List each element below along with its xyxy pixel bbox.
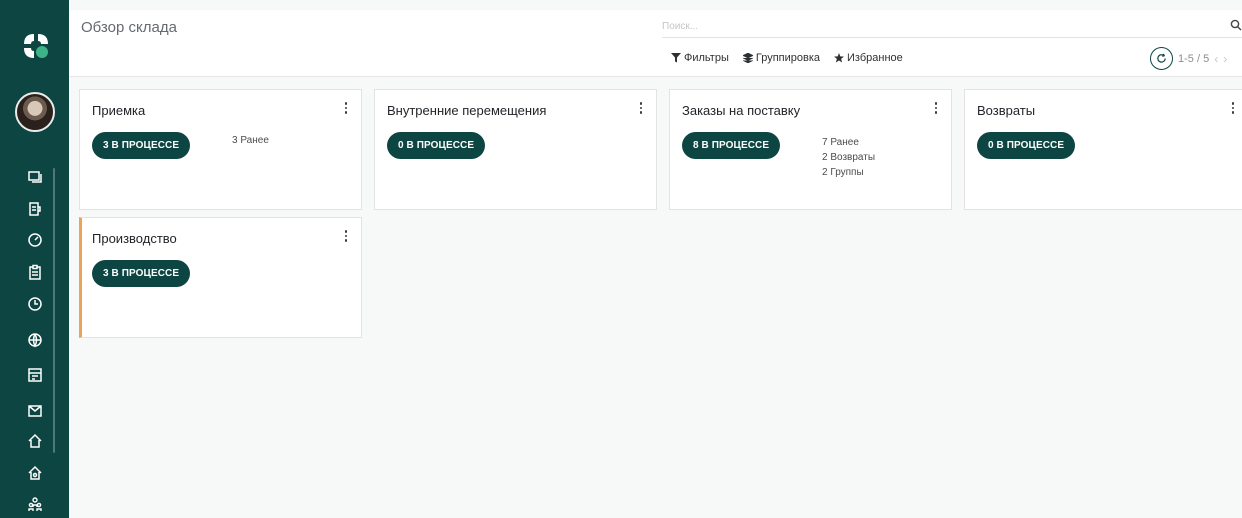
late-link[interactable]: 7 Ранее — [822, 136, 875, 149]
returns-link[interactable]: 2 Возвраты — [822, 151, 875, 164]
card-title[interactable]: Внутренние перемещения — [387, 103, 546, 118]
kanban-card-receipts: Приемка 3 В ПРОЦЕССЕ 3 Ранее — [79, 89, 362, 210]
favorites-button[interactable]: Избранное — [834, 52, 903, 64]
home-icon[interactable] — [25, 431, 45, 451]
app-logo-icon[interactable] — [22, 32, 50, 60]
groupby-label: Группировка — [755, 52, 821, 64]
dashboard-icon[interactable] — [25, 230, 45, 250]
kanban-card-internal-transfers: Внутренние перемещения 0 В ПРОЦЕССЕ — [374, 89, 657, 210]
kanban-card-manufacturing: Производство 3 В ПРОЦЕССЕ — [79, 217, 362, 338]
calendar-card-icon[interactable] — [25, 365, 45, 385]
kanban-card-returns: Возвраты 0 В ПРОЦЕССЕ — [964, 89, 1242, 210]
in-progress-button[interactable]: 0 В ПРОЦЕССЕ — [387, 132, 486, 159]
search-options: Фильтры Группировка Избранное — [671, 52, 903, 64]
in-progress-button[interactable]: 3 В ПРОЦЕССЕ — [92, 260, 191, 287]
clipboard-icon[interactable] — [25, 262, 45, 282]
filters-label: Фильтры — [684, 52, 729, 64]
card-title[interactable]: Производство — [92, 231, 177, 246]
user-avatar[interactable] — [15, 92, 55, 132]
card-menu-icon[interactable] — [637, 100, 645, 116]
kanban-card-delivery-orders: Заказы на поставку 8 В ПРОЦЕССЕ 7 Ранее … — [669, 89, 952, 210]
refresh-button[interactable] — [1150, 47, 1173, 70]
in-progress-button[interactable]: 8 В ПРОЦЕССЕ — [682, 132, 781, 159]
in-progress-button[interactable]: 0 В ПРОЦЕССЕ — [977, 132, 1076, 159]
chat-icon[interactable] — [25, 168, 45, 188]
filters-button[interactable]: Фильтры — [671, 52, 729, 64]
globe-icon[interactable] — [25, 330, 45, 350]
card-menu-icon[interactable] — [342, 228, 350, 244]
groups-link[interactable]: 2 Группы — [822, 166, 875, 179]
invoice-icon[interactable] — [25, 199, 45, 219]
pager-previous[interactable]: ‹ — [1214, 52, 1218, 66]
house-icon[interactable] — [25, 463, 45, 483]
search-icon[interactable] — [1230, 19, 1242, 31]
card-menu-icon[interactable] — [932, 100, 940, 116]
card-menu-icon[interactable] — [342, 100, 350, 116]
in-progress-button[interactable]: 3 В ПРОЦЕССЕ — [92, 132, 191, 159]
pager-next[interactable]: › — [1223, 52, 1227, 66]
pager: 1-5 / 5 ‹ › — [1150, 47, 1227, 70]
sidebar-scrollbar[interactable] — [53, 168, 55, 453]
search-bar — [662, 16, 1242, 38]
card-title[interactable]: Приемка — [92, 103, 145, 118]
favorites-label: Избранное — [847, 52, 903, 64]
people-icon[interactable] — [25, 494, 45, 514]
filter-icon — [671, 53, 681, 63]
control-panel: Обзор склада Фильтры Группировка Избранн… — [69, 10, 1242, 77]
card-title[interactable]: Заказы на поставку — [682, 103, 800, 118]
page-title: Обзор склада — [81, 19, 177, 36]
sidebar — [0, 0, 69, 518]
card-menu-icon[interactable] — [1229, 100, 1237, 116]
refresh-icon — [1157, 53, 1166, 63]
card-title[interactable]: Возвраты — [977, 103, 1035, 118]
layers-icon — [742, 53, 753, 63]
search-input[interactable] — [662, 16, 1202, 37]
pager-value[interactable]: 1-5 / 5 — [1178, 53, 1209, 65]
card-links: 3 Ранее — [232, 134, 269, 147]
card-links: 7 Ранее 2 Возвраты 2 Группы — [822, 136, 875, 179]
groupby-button[interactable]: Группировка — [742, 52, 821, 64]
late-link[interactable]: 3 Ранее — [232, 134, 269, 147]
star-icon — [834, 53, 845, 63]
clock-icon[interactable] — [25, 294, 45, 314]
mail-icon[interactable] — [25, 400, 45, 420]
